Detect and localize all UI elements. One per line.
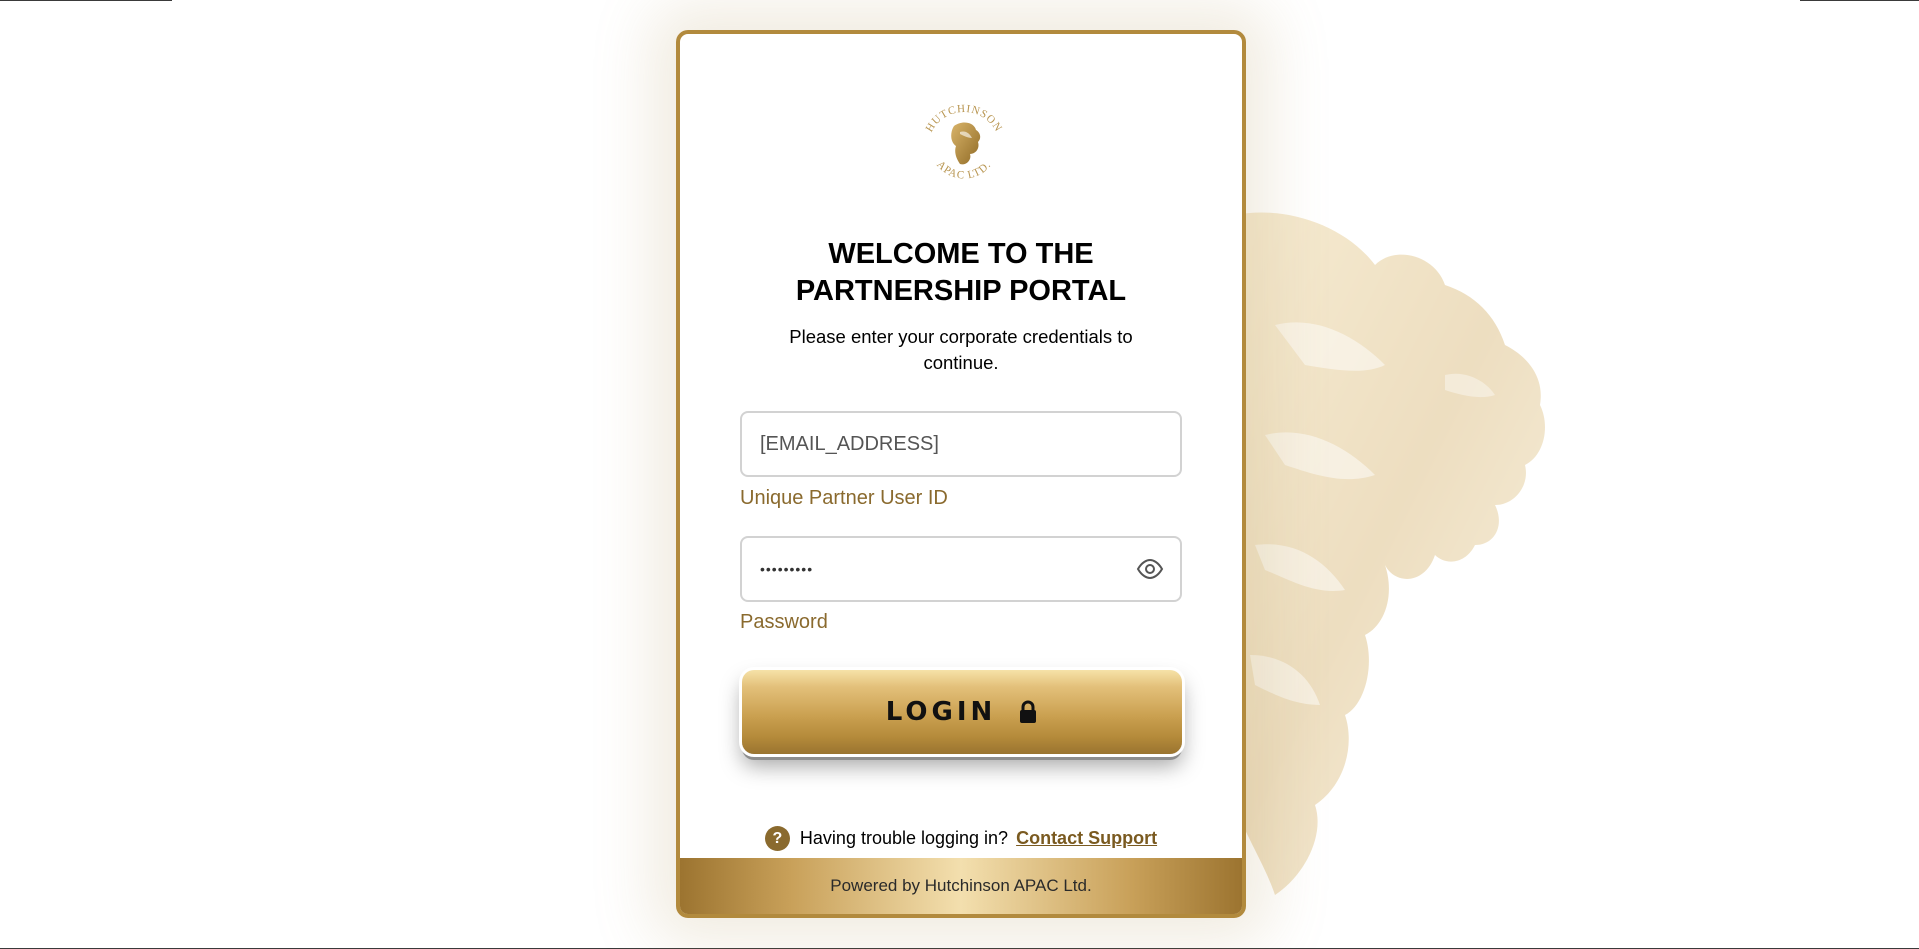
- email-field-container: [740, 411, 1182, 477]
- password-input[interactable]: [742, 538, 1120, 600]
- page: HUTCHINSON APAC LTD. WELCOME TO THE PART…: [0, 0, 1919, 949]
- footer-text: Powered by Hutchinson APAC Ltd.: [830, 876, 1092, 895]
- help-row: ? Having trouble logging in? Contact Sup…: [680, 826, 1242, 851]
- help-text: Having trouble logging in?: [799, 828, 1009, 848]
- eye-icon[interactable]: [1136, 557, 1164, 581]
- page-subtitle: Please enter your corporate credentials …: [789, 326, 1133, 373]
- login-card: HUTCHINSON APAC LTD. WELCOME TO THE PART…: [676, 30, 1246, 918]
- email-field-label: Unique Partner User ID: [740, 487, 948, 509]
- password-field-container: [740, 536, 1182, 602]
- login-button-label: LOGIN: [885, 697, 997, 727]
- company-logo: HUTCHINSON APAC LTD.: [923, 103, 1003, 182]
- login-button[interactable]: LOGIN: [742, 670, 1182, 754]
- lion-background-icon: [1204, 212, 1545, 895]
- contact-support-link[interactable]: Contact Support: [1016, 828, 1157, 849]
- top-divider-right: [1800, 0, 1919, 1]
- password-field-label: Password: [740, 611, 828, 633]
- top-divider-left: [0, 0, 172, 1]
- question-icon: ?: [764, 826, 790, 851]
- page-title: WELCOME TO THE PARTNERSHIP PORTAL: [795, 238, 1127, 307]
- card-footer: Powered by Hutchinson APAC Ltd.: [680, 858, 1242, 914]
- email-input[interactable]: [742, 413, 1120, 475]
- lock-icon: [1020, 700, 1037, 723]
